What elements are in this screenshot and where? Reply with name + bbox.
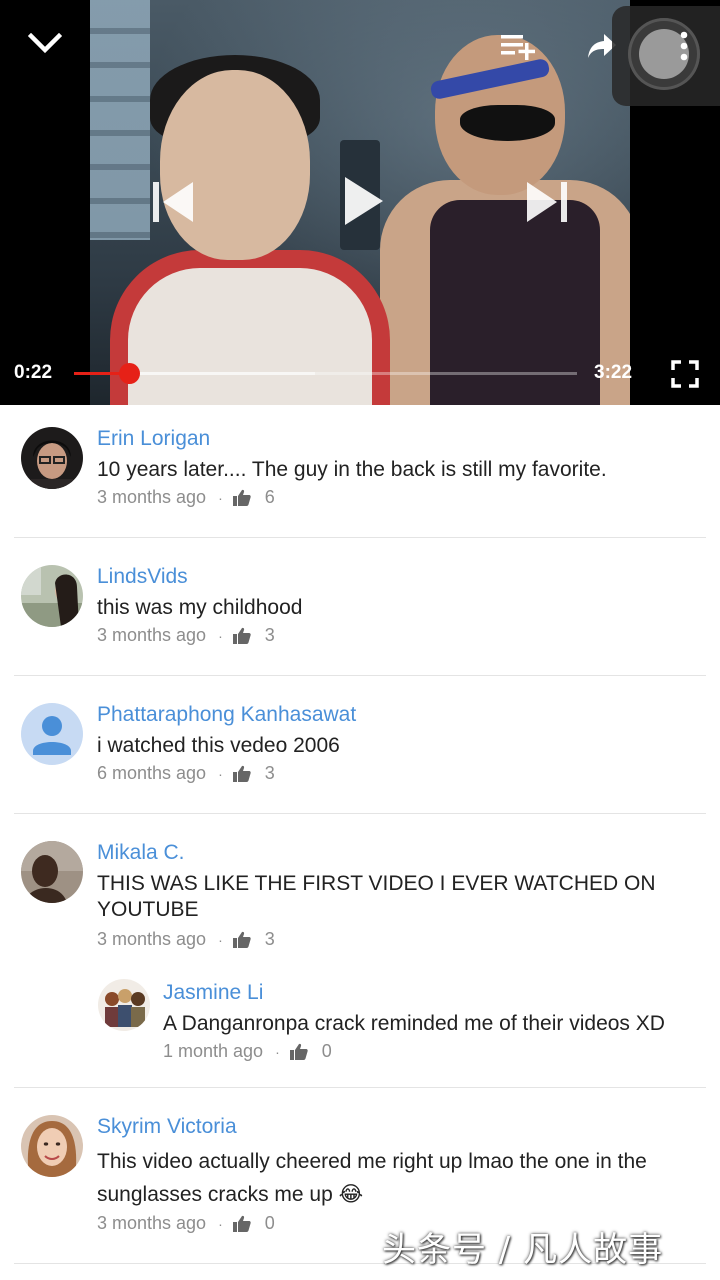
avatar[interactable] <box>21 841 83 903</box>
like-button[interactable] <box>232 765 251 782</box>
comment-divider <box>14 537 706 538</box>
thumb-up-icon <box>232 1215 251 1232</box>
reply-timestamp: 1 month ago <box>163 1041 264 1061</box>
comment-text: i watched this vedeo 2006 <box>97 734 340 757</box>
video-player[interactable]: 0:22 3:22 <box>0 0 720 405</box>
like-count: 3 <box>264 625 275 645</box>
comment-author[interactable]: Phattaraphong Kanhasawat <box>97 703 356 727</box>
like-button[interactable] <box>232 931 251 948</box>
thumb-up-icon <box>289 1043 308 1060</box>
watermark-text: 头条号 / 凡人故事 <box>382 1230 664 1270</box>
comment-meta: 6 months ago · 3 <box>97 763 275 784</box>
comment-item: Mikala C. THIS WAS LIKE THE FIRST VIDEO … <box>0 819 720 1085</box>
comment-meta: 3 months ago · 3 <box>97 929 275 950</box>
comment-text: This video actually cheered me right up … <box>97 1150 647 1206</box>
comment-item: Erin Lorigan 10 years later.... The guy … <box>0 405 720 537</box>
playlist-add-icon <box>501 35 535 60</box>
fullscreen-button[interactable] <box>666 356 704 392</box>
comment-author[interactable]: Skyrim Victoria <box>97 1115 237 1139</box>
reply-avatar[interactable] <box>98 979 150 1031</box>
comment-timestamp: 3 months ago <box>97 625 207 645</box>
video-person-left-body <box>110 250 390 405</box>
play-button[interactable] <box>334 168 394 234</box>
seek-bar-thumb[interactable] <box>118 363 140 384</box>
fullscreen-icon <box>671 360 699 388</box>
meta-separator: · <box>218 931 223 948</box>
like-button[interactable] <box>289 1043 308 1060</box>
more-options-button[interactable] <box>672 28 696 64</box>
person-icon <box>21 703 83 765</box>
comment-divider <box>14 675 706 676</box>
video-person-right-sunglasses <box>460 105 555 141</box>
like-count: 3 <box>264 929 275 949</box>
like-count: 3 <box>264 763 275 783</box>
comment-text: THIS WAS LIKE THE FIRST VIDEO I EVER WAT… <box>97 872 656 921</box>
avatar[interactable] <box>21 427 83 489</box>
comment-timestamp: 3 months ago <box>97 929 207 949</box>
reply-meta: 1 month ago · 0 <box>163 1041 332 1062</box>
comment-meta: 3 months ago · 6 <box>97 487 275 508</box>
like-button[interactable] <box>232 489 251 506</box>
add-to-playlist-button[interactable] <box>494 24 542 68</box>
collapse-button[interactable] <box>20 22 70 66</box>
comment-divider <box>14 813 706 814</box>
meta-separator: · <box>218 1215 223 1232</box>
meta-separator: · <box>218 627 223 644</box>
comment-timestamp: 3 months ago <box>97 1213 207 1233</box>
like-count: 6 <box>264 487 275 507</box>
like-button[interactable] <box>232 627 251 644</box>
previous-video-button[interactable] <box>144 172 200 232</box>
comment-item: Phattaraphong Kanhasawat i watched this … <box>0 681 720 813</box>
thumb-up-icon <box>232 765 251 782</box>
default-avatar[interactable] <box>21 703 83 765</box>
thumb-up-icon <box>232 627 251 644</box>
play-icon <box>345 177 383 225</box>
reply-author[interactable]: Jasmine Li <box>163 981 263 1005</box>
like-button[interactable] <box>232 1215 251 1232</box>
video-shelf <box>90 0 150 240</box>
thumb-up-icon <box>232 931 251 948</box>
seek-bar[interactable] <box>74 363 577 384</box>
comment-text: this was my childhood <box>97 596 303 619</box>
thumb-up-icon <box>232 489 251 506</box>
avatar[interactable] <box>21 1115 83 1177</box>
meta-separator: · <box>218 765 223 782</box>
avatar[interactable] <box>21 565 83 627</box>
comment-timestamp: 6 months ago <box>97 763 207 783</box>
meta-separator: · <box>275 1043 280 1060</box>
comment-timestamp: 3 months ago <box>97 487 207 507</box>
comment-author[interactable]: Mikala C. <box>97 841 185 865</box>
like-count: 0 <box>264 1213 275 1233</box>
skip-previous-icon <box>153 182 193 222</box>
meta-separator: · <box>218 489 223 506</box>
chevron-down-icon <box>28 33 62 54</box>
comment-meta: 3 months ago · 0 <box>97 1213 275 1234</box>
reply-text: A Danganronpa crack reminded me of their… <box>163 1012 665 1035</box>
comment-author[interactable]: LindsVids <box>97 565 188 589</box>
total-duration: 3:22 <box>594 362 633 383</box>
comment-item: LindsVids this was my childhood 3 months… <box>0 543 720 675</box>
next-video-button[interactable] <box>520 172 576 232</box>
skip-next-icon <box>527 182 567 222</box>
comment-author[interactable]: Erin Lorigan <box>97 427 210 451</box>
comment-text: 10 years later.... The guy in the back i… <box>97 458 607 481</box>
more-vert-icon <box>680 31 688 61</box>
current-time: 0:22 <box>14 362 53 383</box>
comment-divider <box>14 1087 706 1088</box>
comment-meta: 3 months ago · 3 <box>97 625 275 646</box>
like-count: 0 <box>321 1041 332 1061</box>
